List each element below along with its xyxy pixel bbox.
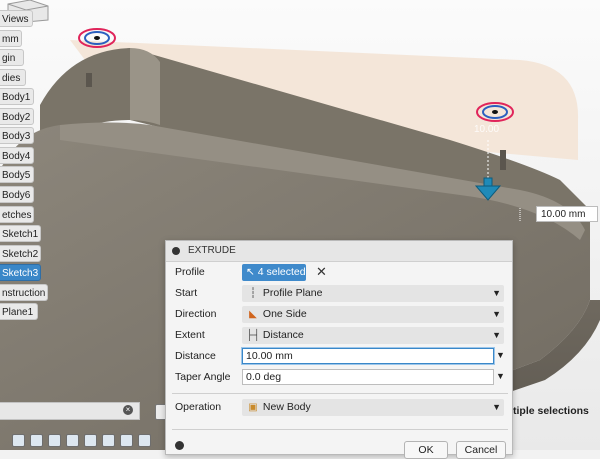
- taper-angle-label: Taper Angle: [175, 371, 231, 383]
- tree-body4[interactable]: Body4: [0, 147, 34, 164]
- direction-value: One Side: [262, 308, 307, 320]
- center-marker-left: [78, 28, 116, 48]
- start-value: Profile Plane: [262, 287, 323, 299]
- chevron-down-icon: ▼: [492, 288, 501, 298]
- close-icon[interactable]: ✕: [316, 264, 327, 280]
- timeline-body-icon[interactable]: [84, 434, 97, 447]
- pin-right: [500, 150, 506, 170]
- dialog-title: EXTRUDE: [188, 245, 236, 256]
- cancel-button[interactable]: Cancel: [456, 441, 506, 459]
- chevron-down-icon: ▼: [492, 402, 501, 412]
- tree-body1[interactable]: Body1: [0, 88, 34, 105]
- tree-units[interactable]: mm: [0, 30, 22, 47]
- timeline-step-icon[interactable]: [12, 434, 25, 447]
- info-icon[interactable]: [175, 441, 184, 450]
- browser-search-strip[interactable]: ×: [0, 402, 140, 420]
- new-body-icon: ▣: [248, 402, 258, 413]
- dialog-collapse-icon[interactable]: [172, 247, 180, 255]
- timeline-plane-icon[interactable]: [138, 434, 151, 447]
- tree-body5[interactable]: Body5: [0, 166, 34, 183]
- distance-label: Distance: [175, 350, 216, 362]
- chevron-down-icon[interactable]: ▼: [496, 350, 505, 360]
- tree-views[interactable]: Views: [0, 10, 33, 27]
- extent-value: Distance: [262, 329, 304, 341]
- tree-construction[interactable]: nstruction: [0, 284, 48, 301]
- start-label: Start: [175, 287, 198, 299]
- dialog-divider: [172, 429, 508, 430]
- multiple-selections-hint: tiple selections: [513, 405, 589, 417]
- start-row: Start ┆ Profile Plane ▼: [166, 284, 512, 304]
- timeline-extrude-icon[interactable]: [66, 434, 79, 447]
- ghost-dimension-label: 10.00: [474, 124, 500, 135]
- timeline-shell-icon[interactable]: [120, 434, 133, 447]
- direction-row: Direction ◣ One Side ▼: [166, 305, 512, 325]
- taper-angle-input[interactable]: 0.0 deg: [242, 369, 494, 385]
- chevron-down-icon[interactable]: ▼: [496, 371, 505, 381]
- cursor-icon: ↖: [246, 266, 258, 278]
- timeline-toolbar: [0, 432, 165, 450]
- profile-plane-icon: ┆: [249, 288, 257, 299]
- clear-search-icon[interactable]: ×: [123, 405, 133, 415]
- direction-label: Direction: [175, 308, 217, 320]
- start-select[interactable]: ┆ Profile Plane ▼: [242, 285, 504, 302]
- distance-dimension-input[interactable]: 10.00 mm: [536, 206, 598, 222]
- tree-bodies[interactable]: dies: [0, 69, 26, 86]
- chevron-down-icon: ▼: [492, 309, 501, 319]
- profile-selection-button[interactable]: ↖ 4 selected: [242, 264, 306, 281]
- taper-angle-row: Taper Angle 0.0 deg ▼: [166, 368, 512, 388]
- tree-body2[interactable]: Body2: [0, 108, 34, 125]
- profile-row: Profile ↖ 4 selected ✕: [166, 263, 512, 283]
- operation-value: New Body: [262, 401, 311, 413]
- ok-button[interactable]: OK: [404, 441, 448, 459]
- timeline-fillet-icon[interactable]: [102, 434, 115, 447]
- timeline-feature-icon[interactable]: [48, 434, 61, 447]
- tree-body3[interactable]: Body3: [0, 127, 34, 144]
- extrude-dialog: EXTRUDE Profile ↖ 4 selected ✕ Start ┆ P…: [165, 240, 513, 459]
- tree-sketch2[interactable]: Sketch2: [0, 245, 41, 262]
- center-marker-right: [476, 102, 514, 122]
- distance-row: Distance 10.00 mm ▼: [166, 347, 512, 367]
- operation-select[interactable]: ▣ New Body ▼: [242, 399, 504, 416]
- distance-input[interactable]: 10.00 mm: [242, 348, 494, 364]
- tree-origin[interactable]: gin: [0, 49, 24, 66]
- distance-icon: ├┤: [246, 330, 261, 341]
- tree-sketches[interactable]: etches: [0, 206, 34, 223]
- operation-label: Operation: [175, 401, 222, 413]
- pin-left: [86, 73, 92, 87]
- dialog-divider: [172, 393, 508, 394]
- tree-sketch1[interactable]: Sketch1: [0, 225, 41, 242]
- extent-select[interactable]: ├┤ Distance ▼: [242, 327, 504, 344]
- timeline-sketch-icon[interactable]: [30, 434, 43, 447]
- direction-select[interactable]: ◣ One Side ▼: [242, 306, 504, 323]
- body-rim-highlight: [130, 48, 160, 125]
- tree-plane1[interactable]: Plane1: [0, 303, 38, 320]
- chevron-down-icon: ▼: [492, 330, 501, 340]
- extent-label: Extent: [175, 329, 205, 341]
- extent-row: Extent ├┤ Distance ▼: [166, 326, 512, 346]
- tree-sketch3[interactable]: Sketch3: [0, 264, 41, 281]
- dialog-header[interactable]: EXTRUDE: [166, 241, 512, 262]
- operation-row: Operation ▣ New Body ▼: [166, 398, 512, 418]
- one-side-icon: ◣: [249, 309, 257, 320]
- tree-body6[interactable]: Body6: [0, 186, 34, 203]
- profile-value: 4 selected: [257, 266, 306, 278]
- profile-label: Profile: [175, 266, 205, 278]
